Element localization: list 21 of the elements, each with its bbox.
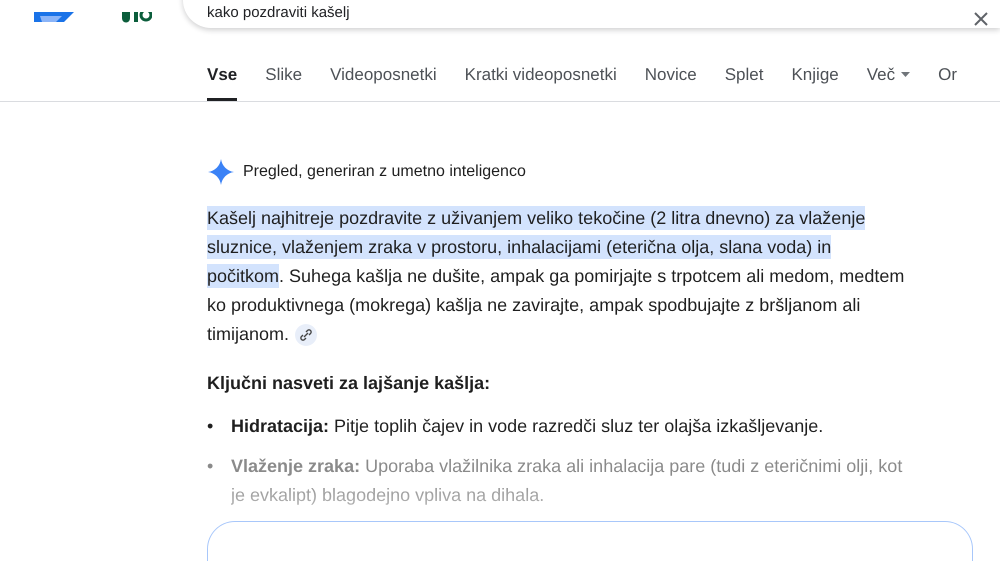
close-icon[interactable] [972,10,990,28]
tip-text: Hidratacija: Pitje toplih čajev in vode razredči sluz ter olajša izkašljevanje. [231,415,824,438]
tab[interactable]: Knjige [791,54,839,101]
tab[interactable]: Splet [724,54,764,101]
tab[interactable]: Videoposnetki [330,54,437,101]
tab[interactable]: Novice [644,54,697,101]
caret-icon [901,72,910,77]
tab[interactable]: Kratki videoposnetki [464,54,617,101]
section-heading: Ključni nasveti za lajšanje kašlja: [207,372,492,395]
tab[interactable]: Več [866,54,910,101]
tab[interactable]: Slike [265,54,302,101]
tab[interactable]: Vse [207,54,238,101]
bullet: • [207,455,214,478]
bullet: • [207,415,214,438]
sparkle-icon [208,159,234,185]
link-icon[interactable] [295,324,318,346]
tip-text: Vlaženje zraka: Uporaba vlažilnika zraka ali inhalacija pare (tudi z eteričnimi olji, kot je evkalipt) blagodejno vpliva na dihala. [231,455,904,507]
search-field[interactable]: kako pozdraviti kašelj [183,0,1000,28]
overview-title: Pregled, generiran z umetno inteligenco [243,163,526,181]
search-query: kako pozdraviti kašelj [207,4,351,22]
tab[interactable]: Or [938,54,957,101]
